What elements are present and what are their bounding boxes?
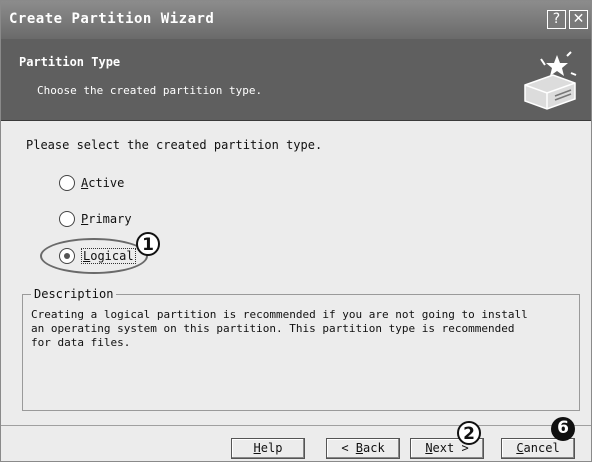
radio-label-primary: Primary — [81, 212, 132, 226]
radio-button-active[interactable] — [59, 175, 75, 191]
back-button[interactable]: < Back — [326, 438, 400, 459]
help-title-button[interactable]: ? — [547, 10, 566, 29]
callout-badge-1: 1 — [136, 232, 160, 256]
radio-logical[interactable]: Logical — [59, 248, 136, 264]
create-partition-wizard-window: Create Partition Wizard ? ✕ Partition Ty… — [0, 0, 592, 462]
callout-badge-2: 2 — [457, 421, 481, 445]
callout-badge-6: 6 — [551, 417, 575, 441]
radio-button-primary[interactable] — [59, 211, 75, 227]
button-separator — [1, 425, 591, 426]
page-title: Partition Type — [19, 55, 121, 69]
close-button[interactable]: ✕ — [569, 10, 588, 29]
page-subtitle: Choose the created partition type. — [37, 84, 263, 97]
title-bar: Create Partition Wizard ? ✕ — [1, 1, 591, 39]
radio-label-active: Active — [81, 176, 125, 190]
description-legend: Description — [31, 287, 117, 301]
instruction-text: Please select the created partition type… — [26, 138, 323, 152]
help-button[interactable]: Help — [231, 438, 305, 459]
radio-label-logical: Logical — [81, 248, 136, 264]
wizard-header: Partition Type Choose the created partit… — [1, 39, 591, 121]
radio-active[interactable]: Active — [59, 175, 124, 191]
radio-primary[interactable]: Primary — [59, 211, 132, 227]
window-title: Create Partition Wizard — [9, 11, 215, 27]
radio-button-logical[interactable] — [59, 248, 75, 264]
description-text: Creating a logical partition is recommen… — [31, 308, 528, 349]
wizard-disk-icon — [524, 51, 577, 110]
cancel-button[interactable]: Cancel — [501, 438, 575, 459]
